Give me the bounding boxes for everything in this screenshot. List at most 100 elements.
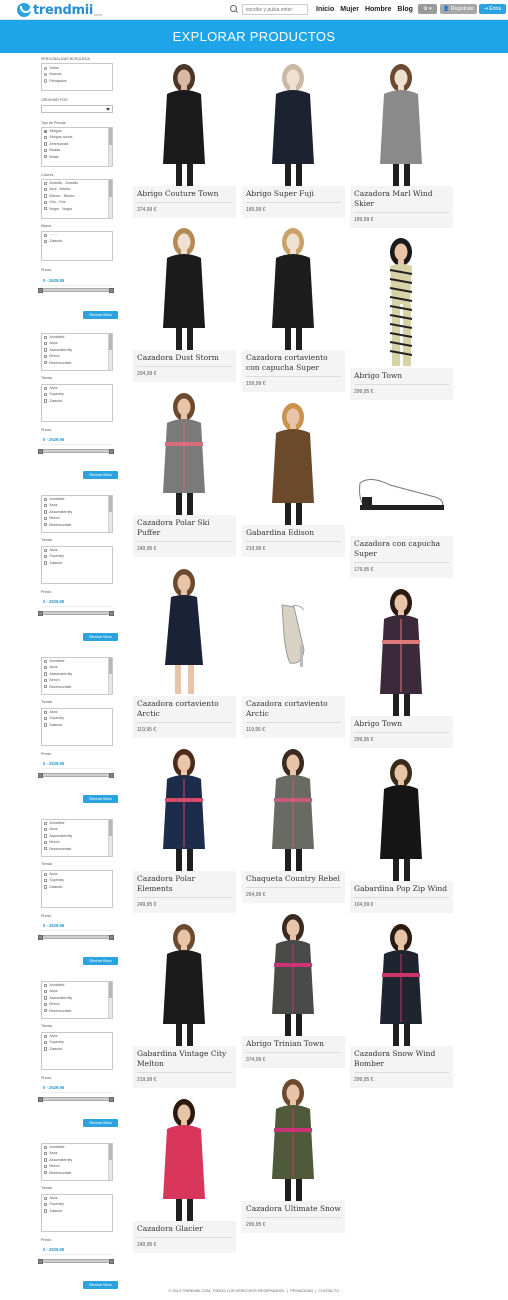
product-card[interactable]: Cazadora cortaviento Arctic 119,95 € xyxy=(133,565,236,738)
register-button[interactable]: 👤 Registrate xyxy=(440,4,477,14)
nav-blog[interactable]: Blog xyxy=(397,6,413,13)
slider-handle-max[interactable] xyxy=(109,449,114,454)
product-image[interactable] xyxy=(242,745,345,871)
color-item[interactable]: Negro - Negro xyxy=(42,206,112,212)
footer-contact-link[interactable]: CONTACTO xyxy=(318,1289,339,1293)
product-image[interactable] xyxy=(133,60,236,186)
product-card[interactable]: Cazadora con capucha Super 179,95 € xyxy=(350,405,453,578)
product-card[interactable]: Cazadora Glacier 249,95 € xyxy=(133,1095,236,1253)
slider-handle-max[interactable] xyxy=(109,288,114,293)
product-card[interactable]: Cazadora cortaviento con capucha Super 15… xyxy=(242,224,345,392)
settings-button[interactable]: ⚙ ▾ xyxy=(418,4,437,14)
clear-filters-button[interactable]: Eliminar filtros xyxy=(83,957,118,965)
product-title[interactable]: Gabardina Pop Zip Wind xyxy=(350,881,453,894)
product-image[interactable] xyxy=(133,389,236,515)
product-image[interactable] xyxy=(242,224,345,350)
product-image[interactable] xyxy=(242,1075,345,1201)
product-image[interactable] xyxy=(133,1095,236,1221)
clear-filters-button[interactable]: Eliminar filtros xyxy=(83,1281,118,1289)
product-title[interactable]: Gabardina Edison xyxy=(242,525,345,538)
product-card[interactable]: Cazadora Dust Storm 204,99 € xyxy=(133,224,236,382)
product-image[interactable] xyxy=(350,585,453,716)
type-item[interactable]: Botas xyxy=(42,154,112,160)
product-image[interactable] xyxy=(133,920,236,1046)
price-slider[interactable] xyxy=(38,1097,114,1102)
slider-handle-min[interactable] xyxy=(38,1097,43,1102)
product-card[interactable]: Abrigo Couture Town 374,99 € xyxy=(133,60,236,218)
slider-handle-min[interactable] xyxy=(38,773,43,778)
product-card[interactable]: Cazadora cortaviento Arctic 119,95 € xyxy=(242,565,345,738)
product-card[interactable]: Cazadora Polar Elements 249,95 € xyxy=(133,745,236,913)
price-slider[interactable] xyxy=(38,935,114,940)
product-image[interactable] xyxy=(242,565,345,696)
product-image[interactable] xyxy=(350,405,453,536)
clear-filters-button[interactable]: Eliminar filtros xyxy=(83,795,118,803)
store-item[interactable]: Zalando xyxy=(42,1046,112,1052)
brand-item[interactable]: Bestmountain xyxy=(42,1008,112,1014)
product-image[interactable] xyxy=(350,60,453,186)
brand-item[interactable]: Bestmountain xyxy=(42,1170,112,1176)
price-slider[interactable] xyxy=(38,449,114,454)
brand-item[interactable]: Bestmountain xyxy=(42,360,112,366)
product-card[interactable]: Gabardina Pop Zip Wind 104,99 € xyxy=(350,755,453,913)
product-image[interactable] xyxy=(350,755,453,881)
product-image[interactable] xyxy=(133,224,236,350)
scrollbar[interactable] xyxy=(108,180,112,218)
clear-filters-button[interactable]: Eliminar filtros xyxy=(83,471,118,479)
product-card[interactable]: Cazadora Marl Wind Skier 189,99 € xyxy=(350,60,453,228)
slider-handle-max[interactable] xyxy=(109,1097,114,1102)
brand-item[interactable]: Bestmountain xyxy=(42,522,112,528)
scrollbar[interactable] xyxy=(108,1144,112,1180)
product-title[interactable]: Cazadora cortaviento con capucha Super xyxy=(242,350,345,373)
product-image[interactable] xyxy=(350,234,453,368)
product-image[interactable] xyxy=(242,60,345,186)
nav-hombre[interactable]: Hombre xyxy=(365,6,391,13)
product-card[interactable]: Cazadora Snow Wind Bomber 299,95 € xyxy=(350,920,453,1088)
product-image[interactable] xyxy=(133,745,236,871)
product-title[interactable]: Cazadora Glacier xyxy=(133,1221,236,1234)
product-title[interactable]: Cazadora Polar Elements xyxy=(133,871,236,894)
nav-inicio[interactable]: Inicio xyxy=(316,6,334,13)
product-card[interactable]: Chaqueta Country Rebel 264,99 € xyxy=(242,745,345,903)
store-item[interactable]: Zalando xyxy=(42,560,112,566)
slider-handle-max[interactable] xyxy=(109,773,114,778)
scrollbar[interactable] xyxy=(108,334,112,370)
slider-handle-min[interactable] xyxy=(38,449,43,454)
product-title[interactable]: Chaqueta Country Rebel xyxy=(242,871,345,884)
slider-handle-min[interactable] xyxy=(38,1259,43,1264)
product-card[interactable]: Gabardina Vintage City Melton 219,99 € xyxy=(133,920,236,1088)
product-card[interactable]: Gabardina Edison 219,99 € xyxy=(242,399,345,557)
login-button[interactable]: ⇥ Entra xyxy=(479,4,506,14)
search-input[interactable] xyxy=(242,4,308,15)
slider-handle-max[interactable] xyxy=(109,935,114,940)
product-image[interactable] xyxy=(242,910,345,1036)
product-title[interactable]: Cazadora Polar Ski Puffer xyxy=(133,515,236,538)
brand-item[interactable]: Bestmountain xyxy=(42,846,112,852)
nav-mujer[interactable]: Mujer xyxy=(340,6,359,13)
order-select[interactable] xyxy=(41,105,113,113)
product-title[interactable]: Cazadora cortaviento Arctic xyxy=(133,696,236,719)
price-slider[interactable] xyxy=(38,611,114,616)
slider-handle-min[interactable] xyxy=(38,611,43,616)
store-item[interactable]: Zalando xyxy=(42,398,112,404)
product-title[interactable]: Cazadora cortaviento Arctic xyxy=(242,696,345,719)
product-title[interactable]: Gabardina Vintage City Melton xyxy=(133,1046,236,1069)
product-title[interactable]: Cazadora con capucha Super xyxy=(350,536,453,559)
product-title[interactable]: Abrigo Town xyxy=(350,368,453,381)
scrollbar[interactable] xyxy=(108,820,112,856)
clear-filters-button[interactable]: Eliminar filtros xyxy=(83,311,118,319)
product-image[interactable] xyxy=(242,399,345,525)
slider-handle-min[interactable] xyxy=(38,935,43,940)
clear-filters-button[interactable]: Eliminar filtros xyxy=(83,633,118,641)
product-image[interactable] xyxy=(133,565,236,696)
product-card[interactable]: Cazadora Ultimate Snow 299,95 € xyxy=(242,1075,345,1233)
product-title[interactable]: Cazadora Ultimate Snow xyxy=(242,1201,345,1214)
store-item[interactable]: Zalando xyxy=(42,722,112,728)
product-card[interactable]: Abrigo Trinian Town 374,99 € xyxy=(242,910,345,1068)
product-image[interactable] xyxy=(350,920,453,1046)
footer-privacy-link[interactable]: PRIVACIDAD xyxy=(290,1289,313,1293)
scrollbar[interactable] xyxy=(108,496,112,532)
price-slider[interactable] xyxy=(38,773,114,778)
product-card[interactable]: Abrigo Super Fuji 189,99 € xyxy=(242,60,345,218)
price-slider[interactable] xyxy=(38,1259,114,1264)
